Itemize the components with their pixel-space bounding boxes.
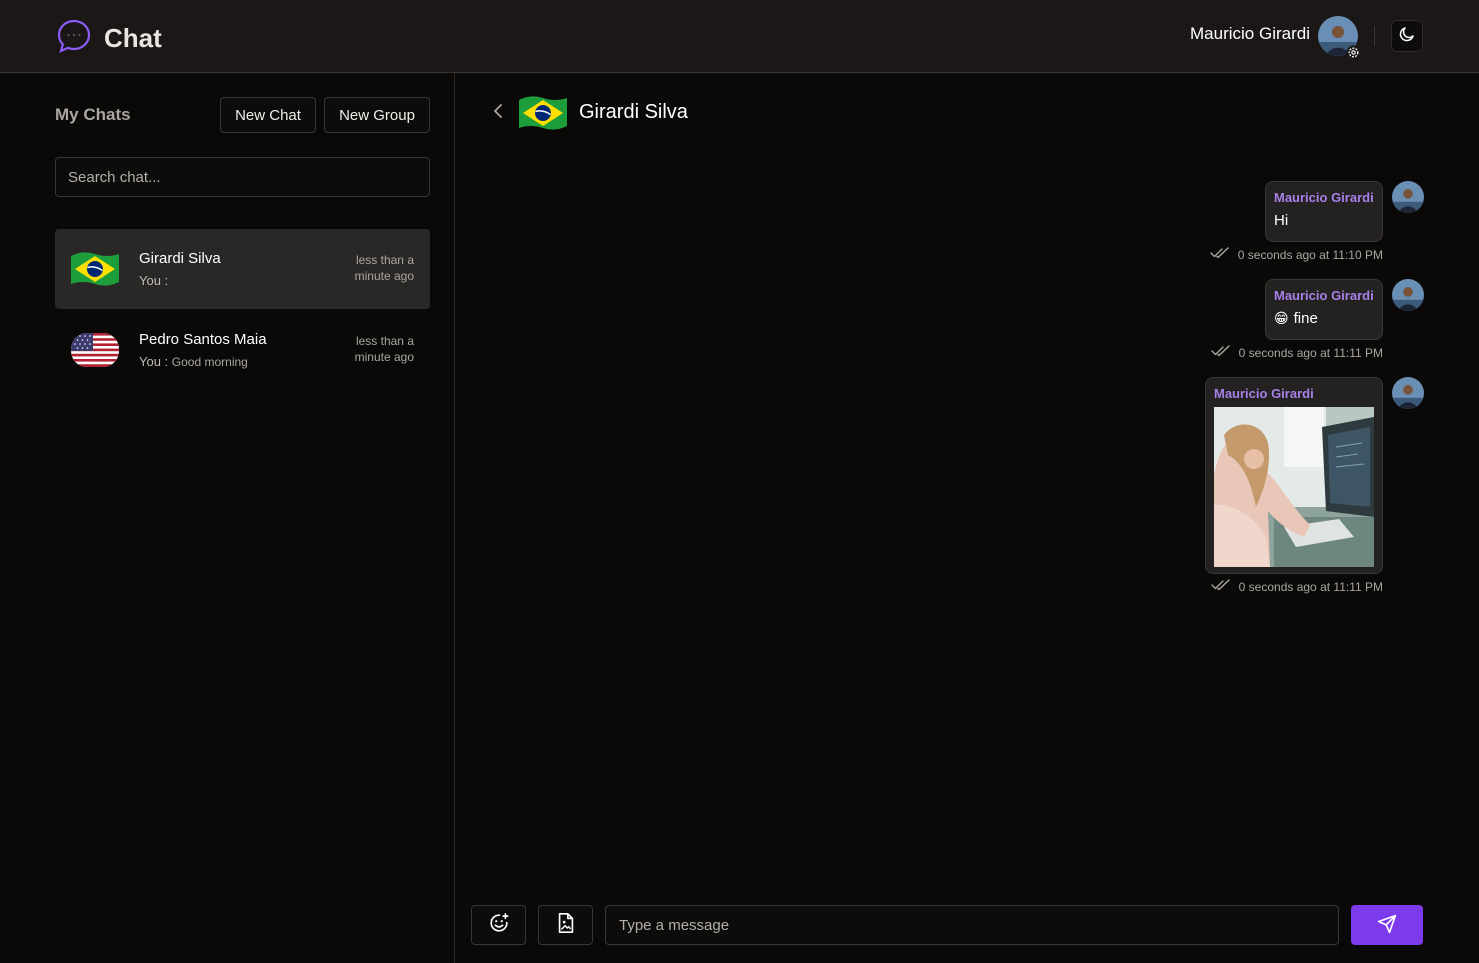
app-logo[interactable]: Chat bbox=[56, 18, 162, 59]
chat-contact-name: Pedro Santos Maia bbox=[139, 331, 267, 348]
message-content: Hi bbox=[1274, 212, 1374, 229]
moon-icon bbox=[1398, 25, 1416, 48]
my-chats-heading: My Chats bbox=[55, 105, 131, 124]
message-text: Hi bbox=[1274, 212, 1289, 229]
message-bubble: Mauricio Girardi Hi bbox=[1265, 181, 1383, 242]
chat-bubble-icon bbox=[56, 18, 92, 59]
chat-you-label: You : bbox=[139, 273, 169, 288]
usa-flag-icon bbox=[71, 331, 119, 369]
message-timestamp: 0 seconds ago at 11:11 PM bbox=[1238, 579, 1383, 594]
message-avatar[interactable] bbox=[1392, 377, 1424, 409]
gear-icon[interactable] bbox=[1346, 45, 1361, 60]
chat-you-label: You : bbox=[139, 354, 169, 369]
message-content: 😁 fine bbox=[1274, 310, 1374, 327]
top-bar: Chat Mauricio Girardi bbox=[0, 0, 1479, 73]
chat-last-message: You : Good morning bbox=[139, 354, 248, 369]
chat-list-item[interactable]: Pedro Santos Maia You : Good morning les… bbox=[55, 310, 430, 390]
chat-list-sidebar: My Chats New Chat New Group Girardi Silv… bbox=[0, 73, 455, 963]
message-timestamp: 0 seconds ago at 11:11 PM bbox=[1238, 345, 1383, 360]
back-button[interactable] bbox=[489, 103, 507, 123]
message-bubble: Mauricio Girardi 😁 fine bbox=[1265, 279, 1383, 340]
theme-toggle-button[interactable] bbox=[1391, 20, 1423, 52]
double-check-icon bbox=[1210, 345, 1231, 360]
double-check-icon bbox=[1210, 247, 1230, 262]
message-avatar[interactable] bbox=[1392, 181, 1424, 213]
message-author: Mauricio Girardi bbox=[1274, 288, 1374, 303]
double-check-icon bbox=[1210, 579, 1231, 594]
new-group-button[interactable]: New Group bbox=[324, 97, 430, 133]
emoji-button[interactable] bbox=[471, 905, 526, 945]
message-text: fine bbox=[1293, 310, 1318, 327]
message-image[interactable] bbox=[1214, 407, 1374, 567]
chevron-left-icon bbox=[493, 103, 503, 123]
app-title: Chat bbox=[104, 23, 162, 53]
chat-timestamp: less than a minute ago bbox=[354, 253, 414, 283]
new-chat-button[interactable]: New Chat bbox=[220, 97, 316, 133]
file-image-icon bbox=[556, 912, 576, 939]
chat-list-item[interactable]: Girardi Silva You : less than a minute a… bbox=[55, 229, 430, 309]
chat-last-message: You : bbox=[139, 273, 168, 288]
conversation-panel: Girardi Silva Mauricio Girardi Hi 0 seco… bbox=[455, 73, 1479, 963]
chat-timestamp: less than a minute ago bbox=[354, 334, 414, 364]
brazil-flag-icon bbox=[519, 94, 567, 132]
emoji-add-icon bbox=[488, 912, 510, 939]
message-timestamp: 0 seconds ago at 11:10 PM bbox=[1237, 247, 1383, 262]
grin-emoji: 😁 bbox=[1274, 310, 1289, 326]
message-author: Mauricio Girardi bbox=[1214, 386, 1314, 401]
send-icon bbox=[1377, 914, 1397, 937]
message-bubble: Mauricio Girardi bbox=[1205, 377, 1383, 574]
message-meta: 0 seconds ago at 11:11 PM bbox=[1210, 579, 1383, 594]
message-meta: 0 seconds ago at 11:10 PM bbox=[1210, 247, 1383, 262]
current-user-name[interactable]: Mauricio Girardi bbox=[1190, 24, 1310, 44]
message-meta: 0 seconds ago at 11:11 PM bbox=[1210, 345, 1383, 360]
message-input[interactable] bbox=[605, 905, 1339, 945]
chat-contact-name: Girardi Silva bbox=[139, 250, 221, 267]
chat-message-text: Good morning bbox=[171, 355, 248, 369]
attach-file-button[interactable] bbox=[538, 905, 593, 945]
message-author: Mauricio Girardi bbox=[1274, 190, 1374, 205]
message-avatar[interactable] bbox=[1392, 279, 1424, 311]
header-divider bbox=[1374, 26, 1375, 46]
conversation-contact-name: Girardi Silva bbox=[579, 101, 688, 123]
send-button[interactable] bbox=[1351, 905, 1423, 945]
brazil-flag-icon bbox=[71, 250, 119, 288]
search-chat-input[interactable] bbox=[55, 157, 430, 197]
